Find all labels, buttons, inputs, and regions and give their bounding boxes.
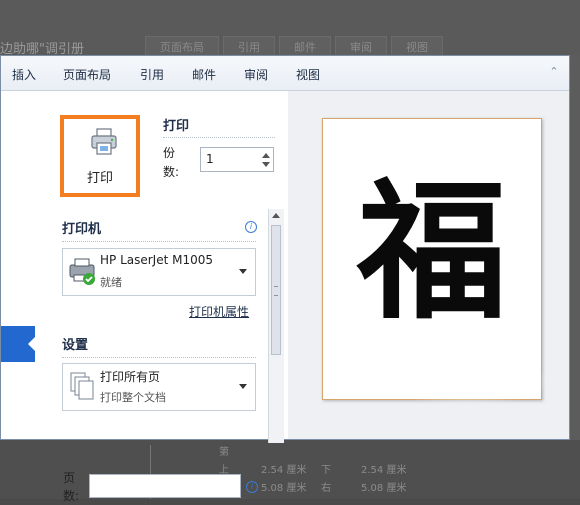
background-tab: 邮件 xyxy=(279,36,331,57)
tab-review[interactable]: 审阅 xyxy=(244,66,268,83)
divider xyxy=(62,357,256,358)
print-dialog: 插入 页面布局 引用 邮件 审阅 视图 ⌃ 打印 打印 份 数: 1 打印机 i… xyxy=(0,55,570,503)
tab-references[interactable]: 引用 xyxy=(140,66,164,83)
background-table-value: 5.08 厘米 xyxy=(261,483,307,494)
info-icon[interactable]: i xyxy=(245,221,257,233)
backstage-nav xyxy=(1,91,36,439)
background-tab: 页面布局 xyxy=(145,36,219,57)
tab-insert[interactable]: 插入 xyxy=(12,66,36,83)
ribbon-tab-bar: 插入 页面布局 引用 邮件 审阅 视图 ⌃ xyxy=(1,56,569,91)
printer-status: 就绪 xyxy=(100,276,122,289)
pages-label: 页 数: xyxy=(63,471,80,503)
info-icon[interactable]: i xyxy=(246,481,258,493)
printer-section-title: 打印机 xyxy=(62,222,102,237)
print-button[interactable]: 打印 xyxy=(60,115,140,197)
background-table-label: 第 xyxy=(219,447,229,458)
background-table-value: 5.08 厘米 xyxy=(361,483,407,494)
watermark-blur xyxy=(381,356,551,406)
tab-view[interactable]: 视图 xyxy=(296,66,320,83)
copies-stepper[interactable]: 1 xyxy=(200,147,274,172)
chevron-down-icon xyxy=(239,384,247,389)
pages-icon xyxy=(70,372,94,400)
print-range-sub: 打印整个文档 xyxy=(100,391,166,404)
tab-page-layout[interactable]: 页面布局 xyxy=(63,66,111,83)
settings-scrollbar[interactable] xyxy=(268,209,284,443)
print-range-select[interactable]: 打印所有页 打印整个文档 xyxy=(62,363,256,411)
copies-label: 份 数: xyxy=(163,146,180,179)
background-tab: 审阅 xyxy=(335,36,387,57)
scrollbar-thumb[interactable] xyxy=(271,225,281,355)
printer-select[interactable]: HP LaserJet M1005 就绪 xyxy=(62,248,256,296)
background-tab: 引用 xyxy=(223,36,275,57)
grip-icon xyxy=(274,286,278,296)
background-table-value: 2.54 厘米 xyxy=(261,465,307,476)
scroll-up-icon[interactable] xyxy=(272,213,280,218)
divider xyxy=(62,241,256,242)
background-tabs: 页面布局 引用 邮件 审阅 视图 xyxy=(145,36,447,57)
printer-name: HP LaserJet M1005 xyxy=(100,253,214,267)
preview-character: 福 xyxy=(356,164,507,340)
copies-value[interactable]: 1 xyxy=(206,152,214,166)
tab-mailings[interactable]: 邮件 xyxy=(192,66,216,83)
background-right-edge xyxy=(570,55,580,440)
printer-properties-link[interactable]: 打印机属性 xyxy=(189,303,249,320)
pages-input[interactable] xyxy=(89,474,241,498)
background-tab: 视图 xyxy=(391,36,443,57)
background-table-label: 下 xyxy=(321,465,331,476)
print-section-title: 打印 xyxy=(163,119,190,134)
stepper-down-icon[interactable] xyxy=(262,162,270,167)
printer-icon xyxy=(91,128,117,155)
divider xyxy=(163,137,275,138)
print-settings-panel: 打印 打印 份 数: 1 打印机 i HP LaserJet M1005 就绪 xyxy=(35,91,287,439)
stepper-up-icon[interactable] xyxy=(262,153,270,158)
settings-section-title: 设置 xyxy=(62,338,89,353)
background-table-label: 右 xyxy=(321,483,331,494)
ribbon-collapse-icon[interactable]: ⌃ xyxy=(547,65,561,79)
printer-device-icon xyxy=(69,258,95,285)
chevron-down-icon xyxy=(239,269,247,274)
print-range-main: 打印所有页 xyxy=(100,370,161,384)
print-button-label: 打印 xyxy=(86,171,113,186)
background-table-value: 2.54 厘米 xyxy=(361,465,407,476)
